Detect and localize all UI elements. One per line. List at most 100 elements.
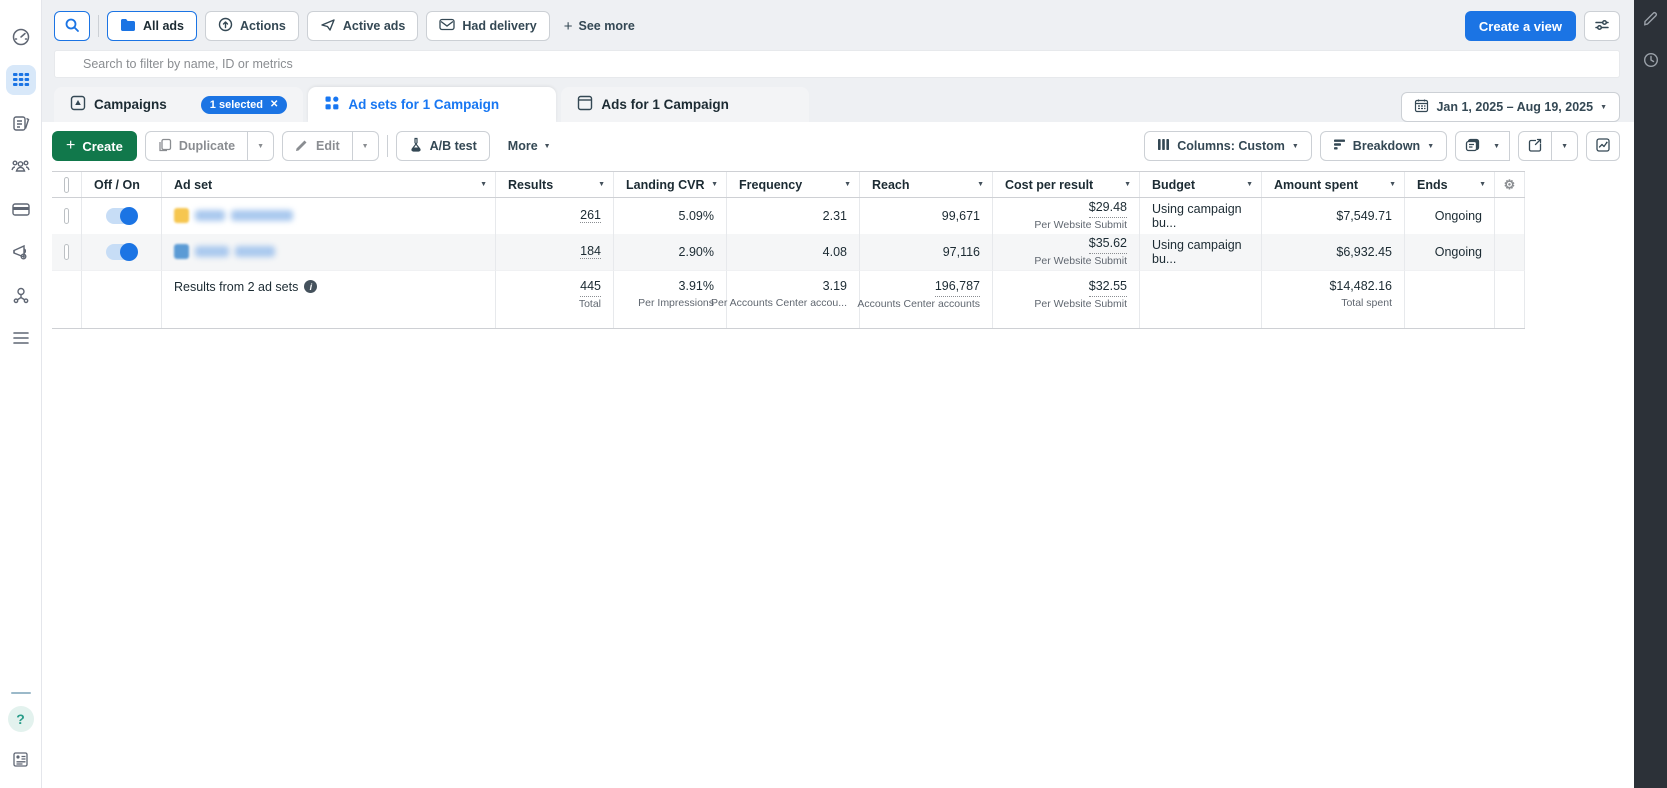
date-range-picker[interactable]: Jan 1, 2025 – Aug 19, 2025 ▼ — [1401, 92, 1620, 122]
chevron-down-icon: ▼ — [257, 142, 265, 150]
help-button[interactable]: ? — [7, 706, 34, 732]
columns-icon — [1157, 138, 1170, 154]
reports-icon — [1465, 138, 1480, 155]
send-icon — [320, 18, 336, 35]
breakdown-icon — [1333, 138, 1346, 154]
results-link[interactable]: 184 — [580, 244, 601, 260]
export-more-options[interactable]: ▼ — [1552, 131, 1578, 161]
table-search-input[interactable] — [54, 50, 1620, 78]
col-ends[interactable]: Ends ▼ — [1405, 172, 1495, 197]
edit-pencil-icon[interactable] — [1641, 8, 1661, 28]
ad-set-name-redacted[interactable] — [162, 234, 496, 271]
create-view-button[interactable]: Create a view — [1464, 11, 1576, 41]
create-button[interactable]: + Create — [52, 131, 137, 161]
charts-button[interactable] — [1586, 131, 1620, 161]
business-assets-icon[interactable] — [6, 280, 36, 310]
row-checkbox[interactable] — [64, 243, 69, 260]
summary-cost-link[interactable]: $32.55 — [1088, 277, 1127, 297]
ad-set-name-redacted[interactable] — [162, 198, 496, 235]
ad-set-toggle-on[interactable] — [106, 206, 138, 225]
audiences-icon[interactable] — [6, 151, 36, 181]
account-overview-icon[interactable] — [6, 22, 36, 52]
toolbar-divider — [386, 135, 388, 157]
col-cost-per-result[interactable]: Cost per result ▼ — [993, 172, 1140, 197]
chevron-down-icon: ▼ — [361, 142, 369, 150]
duplicate-more-options[interactable]: ▼ — [248, 131, 275, 161]
sort-caret-icon[interactable]: ▼ — [711, 181, 718, 188]
filter-had-delivery[interactable]: Had delivery — [426, 11, 550, 41]
summary-results-link[interactable]: 445 — [580, 277, 601, 297]
sort-caret-icon[interactable]: ▼ — [598, 181, 605, 188]
filter-label: Had delivery — [462, 19, 537, 33]
search-row — [54, 50, 1620, 78]
col-landing-cvr[interactable]: Landing CVR ▼ — [614, 172, 727, 197]
col-budget[interactable]: Budget ▼ — [1140, 172, 1262, 197]
campaigns-nav-icon[interactable] — [5, 65, 36, 95]
view-settings-button[interactable] — [1584, 11, 1620, 41]
sort-caret-icon[interactable]: ▼ — [844, 181, 851, 188]
export-button[interactable] — [1518, 131, 1553, 161]
ab-test-button[interactable]: A/B test — [395, 131, 490, 161]
ad-sets-grid-icon — [324, 95, 340, 114]
clear-selection-icon[interactable]: ✕ — [270, 99, 278, 110]
duplicate-icon — [158, 138, 172, 155]
sort-caret-icon[interactable]: ▼ — [1124, 181, 1131, 188]
summary-reach-link[interactable]: 196,787 — [934, 277, 980, 297]
toolbar-divider — [98, 15, 99, 37]
search-icon — [64, 17, 80, 36]
sliders-icon — [1594, 18, 1610, 35]
filter-active-ads[interactable]: Active ads — [306, 11, 419, 41]
info-icon[interactable]: i — [304, 280, 318, 293]
sort-caret-icon[interactable]: ▼ — [480, 181, 487, 188]
cost-per-result-link[interactable]: $29.48 — [1088, 198, 1127, 218]
gear-icon[interactable]: ⚙ — [1504, 177, 1516, 193]
more-button[interactable]: More ▼ — [502, 139, 557, 153]
billing-icon[interactable] — [6, 194, 36, 224]
all-tools-menu-icon[interactable] — [6, 323, 36, 353]
cost-per-result-link[interactable]: $35.62 — [1088, 234, 1127, 254]
tab-ads[interactable]: Ads for 1 Campaign — [561, 87, 810, 122]
chevron-down-icon: ▼ — [543, 142, 551, 150]
tab-campaigns[interactable]: Campaigns 1 selected ✕ — [54, 87, 304, 122]
results-link[interactable]: 261 — [580, 208, 601, 224]
sort-caret-icon[interactable]: ▼ — [977, 181, 984, 188]
ads-megaphone-icon[interactable] — [6, 237, 36, 267]
breakdown-button[interactable]: Breakdown ▼ — [1319, 131, 1448, 161]
see-more-button[interactable]: + See more — [558, 18, 641, 35]
export-icon — [1528, 138, 1542, 155]
content-card: + Create Duplicate ▼ Edit ▼ A/B test Mor… — [42, 122, 1634, 788]
pages-reports-icon[interactable] — [6, 108, 36, 138]
ad-set-toggle-on[interactable] — [106, 242, 138, 261]
duplicate-button[interactable]: Duplicate — [144, 131, 249, 161]
chevron-down-icon: ▼ — [1291, 142, 1299, 150]
edit-more-options[interactable]: ▼ — [352, 131, 379, 161]
right-tool-rail — [1634, 0, 1667, 788]
col-results[interactable]: Results ▼ — [496, 172, 614, 197]
calendar-icon — [1414, 98, 1429, 116]
col-ad-set[interactable]: Ad set ▼ — [162, 172, 496, 197]
search-filter-button[interactable] — [54, 11, 90, 41]
plus-icon: + — [66, 137, 76, 154]
select-all-checkbox[interactable] — [64, 176, 69, 193]
col-amount-spent[interactable]: Amount spent ▼ — [1262, 172, 1405, 197]
history-clock-icon[interactable] — [1641, 50, 1661, 70]
sort-caret-icon[interactable]: ▼ — [1479, 181, 1486, 188]
export-split-button: ▼ — [1518, 131, 1578, 161]
ad-set-thumb-icon — [174, 208, 189, 224]
tab-ad-sets[interactable]: Ad sets for 1 Campaign — [308, 87, 557, 122]
columns-button[interactable]: Columns: Custom ▼ — [1144, 131, 1312, 161]
sort-caret-icon[interactable]: ▼ — [1389, 181, 1396, 188]
edit-button[interactable]: Edit — [282, 131, 353, 161]
reports-button[interactable]: ▼ — [1455, 131, 1511, 161]
row-checkbox[interactable] — [64, 207, 69, 224]
filter-actions[interactable]: Actions — [205, 11, 299, 41]
flask-icon — [409, 137, 423, 155]
sort-caret-icon[interactable]: ▼ — [1246, 181, 1253, 188]
updates-news-icon[interactable] — [6, 744, 36, 774]
plus-icon: + — [563, 17, 573, 35]
pencil-icon — [295, 138, 309, 155]
filter-bar: All ads Actions Active ads Had delivery … — [54, 11, 1620, 41]
filter-all-ads[interactable]: All ads — [107, 11, 197, 41]
col-reach[interactable]: Reach ▼ — [860, 172, 993, 197]
col-frequency[interactable]: Frequency ▼ — [727, 172, 860, 197]
